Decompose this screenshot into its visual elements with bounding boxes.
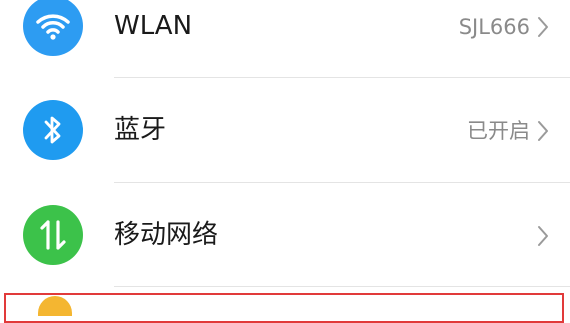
mobile-data-icon [23,205,83,265]
mobile-network-label: 移动网络 [114,220,219,250]
highlight-box [4,293,564,323]
chevron-right-icon [538,121,548,141]
divider [114,286,570,287]
settings-row-mobile-network[interactable]: 移动网络 [0,183,570,287]
settings-list: WLAN SJL666 蓝牙 已开启 移动网络 [0,0,570,323]
settings-row-bluetooth[interactable]: 蓝牙 已开启 [0,78,570,182]
bluetooth-label: 蓝牙 [114,115,167,145]
settings-row-wlan[interactable]: WLAN SJL666 [0,0,570,78]
wlan-label: WLAN [114,11,193,41]
chevron-right-icon [538,226,548,246]
bluetooth-icon [23,100,83,160]
wlan-value: SJL666 [458,15,530,39]
bluetooth-value: 已开启 [467,119,530,143]
wifi-icon [23,0,83,56]
chevron-right-icon [538,17,548,37]
